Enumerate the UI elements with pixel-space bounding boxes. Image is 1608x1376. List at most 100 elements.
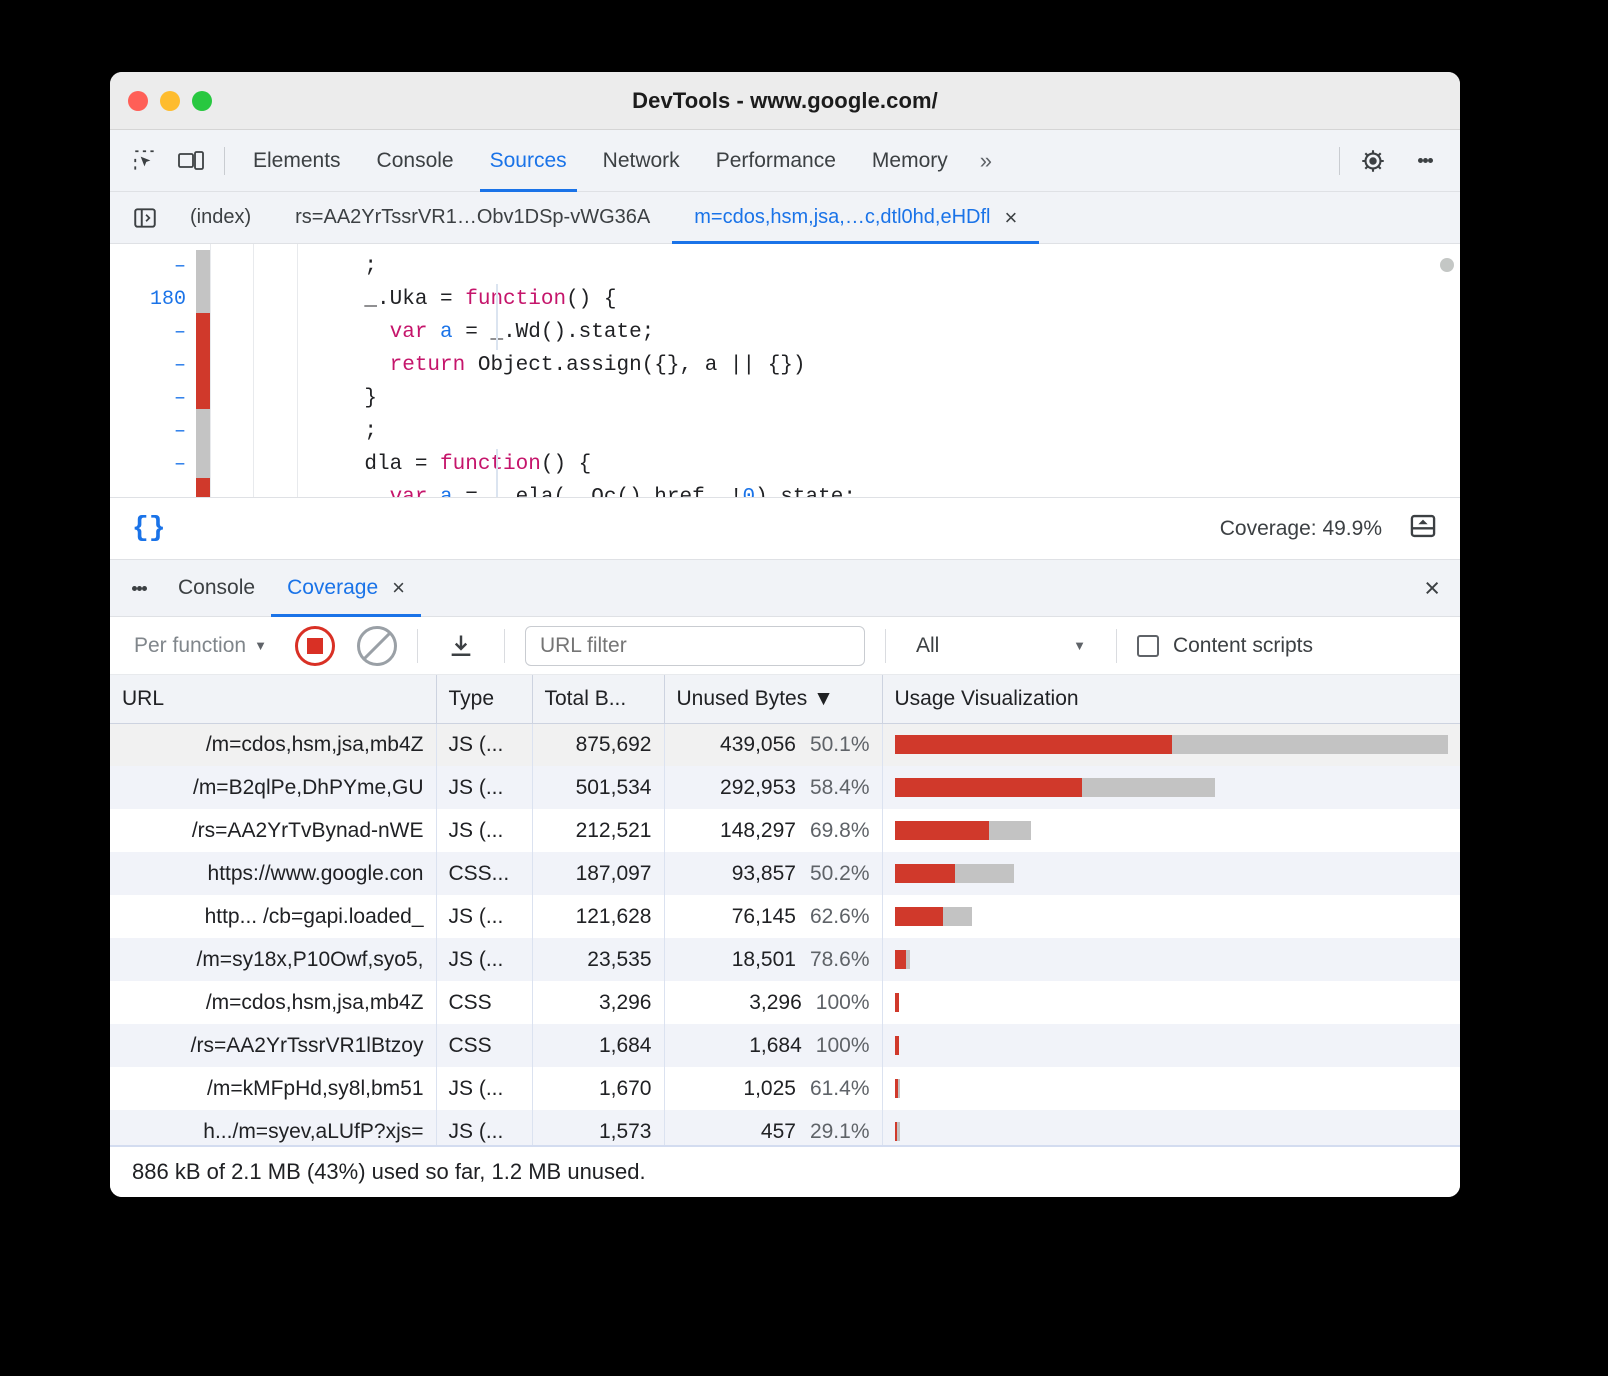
source-tab-index[interactable]: (index) <box>168 192 273 244</box>
kebab-menu-icon[interactable] <box>1402 156 1448 165</box>
line-number[interactable]: – <box>110 316 186 349</box>
cell-unused-bytes: 148,29769.8% <box>664 809 882 852</box>
coverage-table-wrapper[interactable]: URL Type Total B... Unused Bytes ▼ Usage… <box>110 675 1460 1145</box>
unused-bytes-value: 457 <box>761 1120 796 1143</box>
source-tab-m-cdos[interactable]: m=cdos,hsm,jsa,…c,dtl0hd,eHDfl × <box>672 192 1039 244</box>
table-header-row: URL Type Total B... Unused Bytes ▼ Usage… <box>110 675 1460 723</box>
window-title: DevTools - www.google.com/ <box>110 88 1460 114</box>
code-editor[interactable]: –180––––– ; _.Uka = function() { var a =… <box>110 244 1460 497</box>
inspect-cursor-icon[interactable] <box>122 140 168 182</box>
cell-total-bytes: 1,573 <box>532 1110 664 1145</box>
usage-bar <box>895 1036 1449 1055</box>
cell-unused-bytes: 1,684100% <box>664 1024 882 1067</box>
tab-sources[interactable]: Sources <box>472 130 585 192</box>
code-content[interactable]: ; _.Uka = function() { var a = _.Wd().st… <box>298 244 1460 497</box>
unused-bytes-value: 93,857 <box>732 862 796 885</box>
code-line[interactable]: var a = _.ela(_.Oc().href, !0).state; <box>314 481 1460 497</box>
code-line[interactable]: ; <box>314 415 1460 448</box>
line-number[interactable]: – <box>110 349 186 382</box>
line-number[interactable]: – <box>110 448 186 481</box>
devtools-window: DevTools - www.google.com/ Elements Cons… <box>110 72 1460 1197</box>
table-row[interactable]: /rs=AA2YrTvBynad-nWEJS (...212,521148,29… <box>110 809 1460 852</box>
table-row[interactable]: h.../m=syev,aLUfP?xjs=JS (...1,57345729.… <box>110 1110 1460 1145</box>
download-export-icon[interactable] <box>438 625 484 667</box>
line-number[interactable]: – <box>110 382 186 415</box>
code-line[interactable]: _.Uka = function() { <box>314 283 1460 316</box>
code-line[interactable]: } <box>314 382 1460 415</box>
devtools-toolbar-right <box>1329 140 1460 182</box>
column-header-url[interactable]: URL <box>110 675 436 723</box>
usage-bar <box>895 864 1449 883</box>
toolbar-divider <box>224 147 225 175</box>
close-drawer-button[interactable]: × <box>1424 575 1440 602</box>
chevron-down-icon: ▼ <box>1073 638 1086 653</box>
gear-icon[interactable] <box>1350 140 1396 182</box>
tab-console[interactable]: Console <box>359 130 472 192</box>
line-number-gutter: –180––––– <box>110 244 196 497</box>
tab-performance[interactable]: Performance <box>698 130 854 192</box>
line-number[interactable]: – <box>110 415 186 448</box>
column-header-usage-visualization[interactable]: Usage Visualization <box>882 675 1460 723</box>
cell-url: /rs=AA2YrTvBynad-nWE <box>110 809 436 852</box>
table-row[interactable]: http... /cb=gapi.loaded_JS (...121,62876… <box>110 895 1460 938</box>
table-row[interactable]: /m=sy18x,P10Owf,syo5,JS (...23,53518,501… <box>110 938 1460 981</box>
column-header-type[interactable]: Type <box>436 675 532 723</box>
line-number[interactable]: 180 <box>110 283 186 316</box>
code-line[interactable]: ; <box>314 250 1460 283</box>
column-header-total-bytes[interactable]: Total B... <box>532 675 664 723</box>
tab-elements[interactable]: Elements <box>235 130 359 192</box>
stop-record-icon[interactable] <box>295 626 335 666</box>
tab-network[interactable]: Network <box>585 130 698 192</box>
drawer-tab-label: Console <box>178 576 255 600</box>
usage-bar <box>895 950 1449 969</box>
source-tab-rs[interactable]: rs=AA2YrTssrVR1…Obv1DSp-vWG36A <box>273 192 672 244</box>
coverage-summary-bar: {} Coverage: 49.9% <box>110 497 1460 559</box>
content-scripts-checkbox[interactable]: Content scripts <box>1137 634 1313 658</box>
code-line[interactable]: var a = _.Wd().state; <box>314 316 1460 349</box>
close-icon[interactable]: × <box>392 577 405 599</box>
cell-url: /m=sy18x,P10Owf,syo5, <box>110 938 436 981</box>
clear-all-icon[interactable] <box>357 626 397 666</box>
toolbar-divider-right <box>1339 147 1340 175</box>
cell-url: /m=cdos,hsm,jsa,mb4Z <box>110 981 436 1024</box>
source-tab-label: rs=AA2YrTssrVR1…Obv1DSp-vWG36A <box>295 206 650 229</box>
url-filter-input[interactable] <box>525 626 865 666</box>
coverage-strip-segment <box>196 250 210 313</box>
window-titlebar: DevTools - www.google.com/ <box>110 72 1460 130</box>
table-row[interactable]: /m=cdos,hsm,jsa,mb4ZCSS3,2963,296100% <box>110 981 1460 1024</box>
dock-to-bottom-icon[interactable] <box>1408 512 1438 545</box>
coverage-strip-segment <box>196 409 210 478</box>
close-icon[interactable]: × <box>1004 207 1017 229</box>
cell-unused-bytes: 439,05650.1% <box>664 723 882 766</box>
unused-bytes-value: 292,953 <box>720 776 796 799</box>
drawer-tab-console[interactable]: Console <box>162 559 271 617</box>
tab-memory[interactable]: Memory <box>854 130 966 192</box>
table-row[interactable]: /m=cdos,hsm,jsa,mb4ZJS (...875,692439,05… <box>110 723 1460 766</box>
cell-usage-visualization <box>882 895 1460 938</box>
table-row[interactable]: https://www.google.conCSS...187,09793,85… <box>110 852 1460 895</box>
table-row[interactable]: /m=kMFpHd,sy8l,bm51JS (...1,6701,02561.4… <box>110 1067 1460 1110</box>
column-header-unused-bytes[interactable]: Unused Bytes ▼ <box>664 675 882 723</box>
cell-total-bytes: 501,534 <box>532 766 664 809</box>
cell-total-bytes: 187,097 <box>532 852 664 895</box>
show-navigator-icon[interactable] <box>122 197 168 239</box>
editor-scrollbar-thumb[interactable] <box>1440 258 1454 272</box>
code-line[interactable]: dla = function() { <box>314 448 1460 481</box>
usage-bar-unused <box>895 735 1172 754</box>
cell-unused-bytes: 292,95358.4% <box>664 766 882 809</box>
code-line[interactable]: return Object.assign({}, a || {}) <box>314 349 1460 382</box>
pretty-print-braces-icon[interactable]: {} <box>132 513 166 544</box>
type-filter-select[interactable]: All ▼ <box>906 630 1096 662</box>
drawer-kebab-menu-icon[interactable] <box>116 584 162 593</box>
cell-unused-bytes: 45729.1% <box>664 1110 882 1145</box>
drawer-tab-coverage[interactable]: Coverage × <box>271 559 421 617</box>
coverage-table: URL Type Total B... Unused Bytes ▼ Usage… <box>110 675 1460 1145</box>
table-row[interactable]: /m=B2qlPe,DhPYme,GUJS (...501,534292,953… <box>110 766 1460 809</box>
line-number[interactable]: – <box>110 250 186 283</box>
granularity-select[interactable]: Per function ▼ <box>128 630 273 662</box>
more-tabs-icon[interactable]: » <box>966 148 1003 174</box>
table-row[interactable]: /rs=AA2YrTssrVR1lBtzoyCSS1,6841,684100% <box>110 1024 1460 1067</box>
device-toolbar-icon[interactable] <box>168 140 214 182</box>
checkbox-box[interactable] <box>1137 635 1159 657</box>
indent-guide <box>496 284 498 350</box>
